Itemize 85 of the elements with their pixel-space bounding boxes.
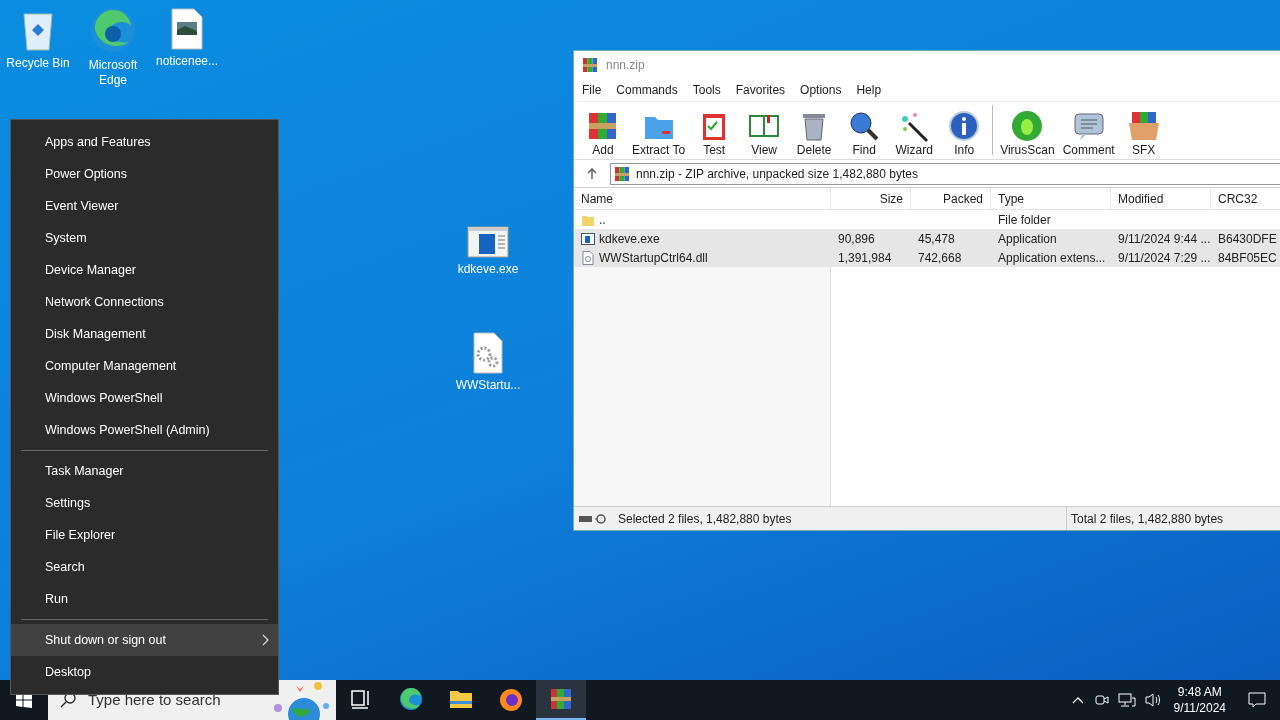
table-cell-text: 45,478 [918, 230, 955, 248]
search-field[interactable]: Type here to search [88, 688, 238, 712]
menu-item[interactable]: Commands [616, 81, 678, 99]
column-header[interactable]: Size [831, 188, 911, 209]
box-icon [1126, 109, 1161, 143]
toolbar-button[interactable]: Find [839, 109, 890, 157]
table-cell-text: 742,668 [918, 249, 962, 267]
up-arrow-icon[interactable] [586, 167, 598, 180]
menu-item[interactable]: Shut down or sign out [11, 624, 278, 656]
table-cell-text: Application [998, 230, 1057, 248]
table-cell-text: File folder [998, 211, 1051, 229]
menu-item[interactable]: Windows PowerShell (Admin) [11, 414, 278, 446]
toolbar-button[interactable]: SFX [1118, 109, 1169, 157]
toolbar-button[interactable]: View [739, 109, 790, 157]
menu-item[interactable]: System [11, 222, 278, 254]
status-text: Selected 2 files, 1,482,880 bytes [618, 510, 792, 528]
edge-icon [89, 6, 137, 54]
menu-item[interactable]: Computer Management [11, 350, 278, 382]
clock-date[interactable]: 9/11/2024 [1173, 700, 1226, 716]
toolbar-button[interactable]: VirusScan [996, 109, 1059, 157]
column-header[interactable]: Type [991, 188, 1111, 209]
toolbar-button[interactable]: Info [939, 109, 990, 157]
menu-item[interactable]: Disk Management [11, 318, 278, 350]
toolbar-button[interactable]: Wizard [889, 109, 940, 157]
column-header[interactable]: Name [574, 188, 831, 209]
table-cell-text: B6430DFE [1218, 230, 1277, 248]
edge-icon[interactable] [398, 686, 424, 712]
chevron-up-icon[interactable] [1071, 696, 1084, 704]
toolbar-button[interactable]: Comment [1058, 109, 1119, 157]
archive-icon [614, 165, 630, 182]
windows-logo-icon [16, 692, 32, 708]
menu-item[interactable]: Apps and Features [11, 126, 278, 158]
file-row[interactable]: WWStartupCtrl64.dll 1,391,984 742,668 Application extens... 9/11/2024 7:29 ... 84BF05EC [574, 248, 1280, 267]
archive-icon [582, 57, 598, 73]
table-cell-text: 84BF05EC [1218, 249, 1277, 267]
table-cell-text: WWStartupCtrl64.dll [599, 249, 708, 267]
archive-icon[interactable] [548, 686, 574, 712]
clock-time[interactable]: 9:48 AM [1177, 684, 1222, 700]
menu-item[interactable]: Power Options [11, 158, 278, 190]
desktop-icon-label[interactable]: noticenee... [153, 54, 220, 69]
window-title: nnn.zip [606, 57, 645, 74]
info-icon [947, 109, 982, 143]
menu-item[interactable]: Options [800, 81, 842, 99]
notification-icon[interactable] [1248, 692, 1266, 708]
status-text: Total 2 files, 1,482,880 bytes [1071, 510, 1224, 528]
desktop-icon-label[interactable]: Recycle Bin [4, 56, 72, 71]
menu-item[interactable]: Windows PowerShell [11, 382, 278, 414]
image-file-icon [170, 8, 204, 50]
menu-item[interactable]: Task Manager [11, 455, 278, 487]
menu-item[interactable]: Network Connections [11, 286, 278, 318]
desktop-icon-label[interactable]: Microsoft Edge [77, 58, 149, 88]
toolbar-button[interactable]: Add [578, 109, 628, 157]
menu-item[interactable]: Settings [11, 487, 278, 519]
menu-item[interactable]: File [582, 81, 602, 99]
menu-item[interactable]: Run [11, 583, 278, 615]
application-icon [581, 231, 595, 246]
table-cell-text: 9/11/2024 9:44 ... [1118, 230, 1211, 248]
toolbar-button[interactable]: Delete [789, 109, 840, 157]
file-row[interactable]: kdkeve.exe 90,896 45,478 Application 9/11/2024 9:44 ... B6430DFE [574, 229, 1280, 248]
menu-item[interactable]: File Explorer [11, 519, 278, 551]
network-icon[interactable] [1117, 692, 1136, 708]
table-cell-text: .. [599, 211, 606, 229]
desktop-icon-label[interactable]: WWStartu... [453, 378, 523, 393]
path-field[interactable]: nnn.zip - ZIP archive, unpacked size 1,482,880 bytes [610, 162, 1280, 185]
column-header[interactable]: Packed [911, 188, 991, 209]
column-header[interactable]: CRC32 [1211, 188, 1280, 209]
menu-item[interactable]: Tools [692, 81, 721, 99]
chevron-right-icon [262, 634, 270, 646]
table-cell-text: Application extens... [998, 249, 1106, 267]
table-cell-text: 9/11/2024 7:29 ... [1118, 249, 1211, 267]
column-header[interactable]: Modified [1111, 188, 1211, 209]
menu-item[interactable]: Search [11, 551, 278, 583]
table-cell-text: 90,896 [838, 230, 875, 248]
toolbar-button[interactable]: Test [689, 109, 740, 157]
menu-item[interactable]: Help [856, 81, 882, 99]
menu-item[interactable]: Event Viewer [11, 190, 278, 222]
table-cell-text: kdkeve.exe [599, 230, 660, 248]
speaker-icon[interactable] [1143, 692, 1162, 708]
desktop-icon-label[interactable]: kdkeve.exe [455, 262, 521, 277]
menu-item[interactable]: Device Manager [11, 254, 278, 286]
toolbar-button[interactable]: Extract To [628, 109, 690, 157]
table-cell-text: 1,391,984 [838, 249, 892, 267]
application-window-icon [467, 226, 509, 258]
camera-icon[interactable] [1093, 693, 1110, 707]
menu-item[interactable]: Favorites [735, 81, 786, 99]
